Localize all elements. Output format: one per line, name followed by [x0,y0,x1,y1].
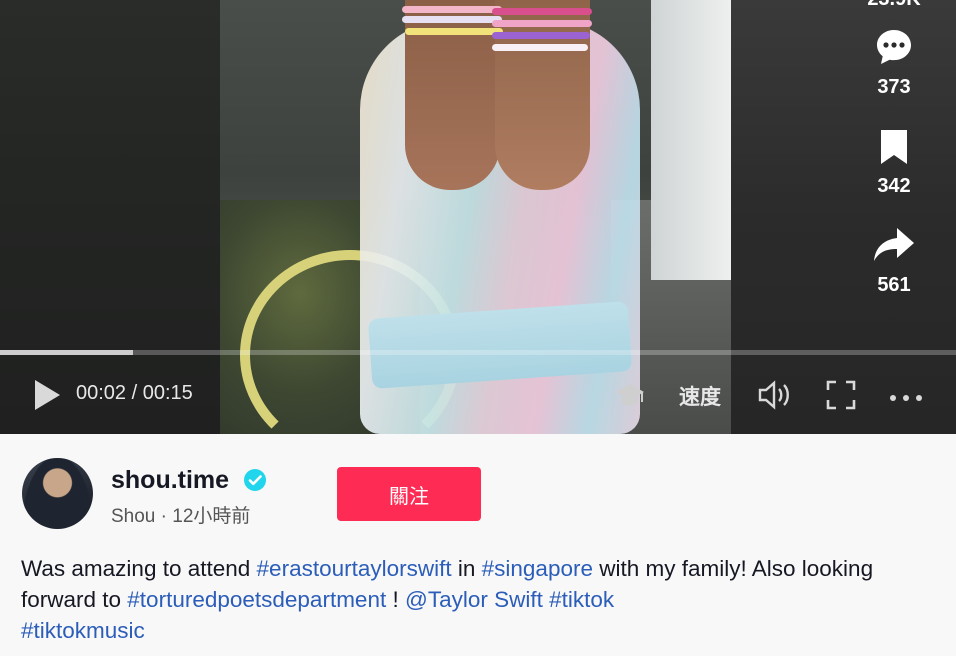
share-arrow-icon [874,228,914,261]
share-action[interactable]: 561 [855,225,933,297]
video-backdrop-left [0,0,220,434]
hashtag-link[interactable]: #torturedpoetsdepartment [127,587,386,612]
hashtag-link[interactable]: #tiktok [549,587,614,612]
verified-badge-icon [244,469,266,491]
comment-action[interactable]: 373 [855,27,933,99]
display-name: Shou [111,506,156,527]
caption-text: ! [386,587,405,612]
like-action[interactable]: 23.9K [855,0,933,11]
bracelet [402,16,502,23]
video-arm-right [495,0,590,190]
hashtag-link[interactable]: #tiktokmusic [21,618,145,643]
hashtag-link[interactable]: #singapore [482,556,593,581]
separator-dot: · [160,506,173,527]
play-icon [35,380,60,410]
comment-count: 373 [877,76,911,98]
save-action[interactable]: 342 [855,128,933,198]
more-options-button[interactable] [889,390,923,408]
graduation-cap-icon [616,384,644,406]
fullscreen-icon [826,380,856,410]
post-time: 12小時前 [172,506,251,527]
video-frame[interactable] [220,0,731,434]
progress-bar[interactable] [0,350,956,355]
comment-icon [877,30,911,64]
share-count: 561 [877,274,911,296]
bracelet [492,32,590,39]
quality-button[interactable] [614,380,646,415]
caption-text: in [451,556,482,581]
author-subline: Shou · 12小時前 [111,501,250,528]
video-info-panel: shou.time Shou · 12小時前 關注 Was amazing to… [0,434,956,656]
volume-button[interactable] [757,380,793,415]
save-count: 342 [877,175,911,197]
progress-bar-fill [0,350,133,355]
hashtag-link[interactable]: #erastourtaylorswift [257,556,452,581]
fullscreen-button[interactable] [826,380,856,415]
bracelet [405,28,503,35]
video-wall [651,0,731,280]
mention-link[interactable]: @Taylor Swift [405,587,543,612]
avatar[interactable] [22,458,93,529]
bracelet [492,8,592,15]
follow-button[interactable]: 關注 [337,467,481,521]
video-caption: Was amazing to attend #erastourtaylorswi… [21,553,931,646]
speed-button[interactable]: 速度 [679,381,721,411]
bookmark-icon [881,130,907,164]
play-button[interactable] [32,378,62,417]
more-dots-icon [890,395,922,401]
caption-text: Was amazing to attend [21,556,257,581]
time-display: 00:02 / 00:15 [76,382,193,404]
like-count: 23.9K [855,0,933,11]
username[interactable]: shou.time [111,466,229,495]
volume-icon [758,380,789,410]
video-player[interactable]: 23.9K 373 342 561 00:02 / 00 [0,0,956,434]
bracelet [492,20,592,27]
bracelet [492,44,588,51]
bracelet [402,6,502,13]
